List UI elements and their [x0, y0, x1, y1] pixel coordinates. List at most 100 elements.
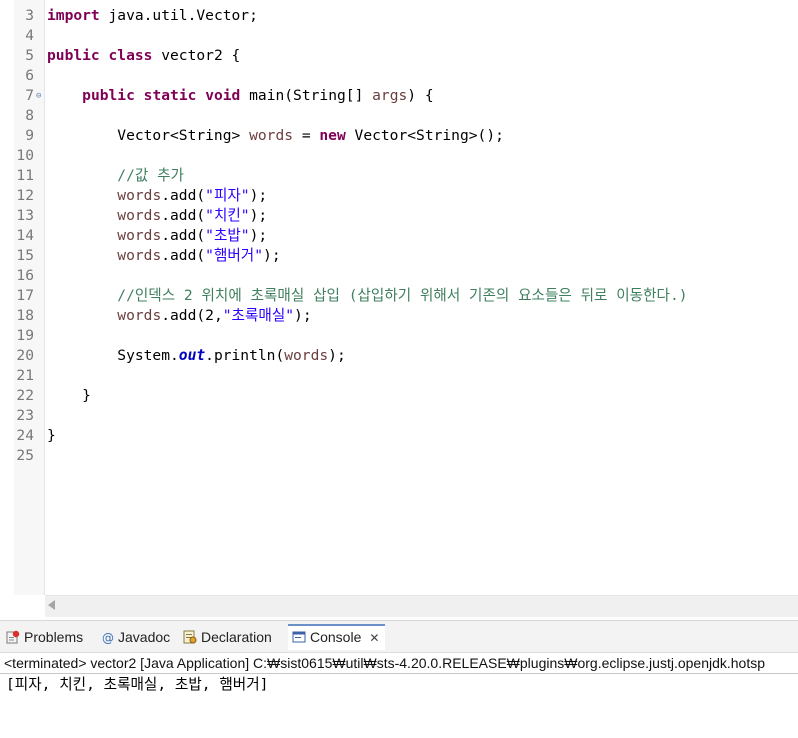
code-token: );: [263, 247, 281, 264]
tab-declaration-label: Declaration: [201, 629, 272, 645]
tab-declaration[interactable]: Declaration: [183, 626, 272, 648]
code-token: //인덱스 2 위치에 초록매실 삽입 (삽입하기 위해서 기존의 요소들은 뒤…: [117, 287, 688, 304]
scroll-left-arrow-icon[interactable]: [48, 600, 55, 610]
code-token: words: [117, 307, 162, 324]
code-token: static: [143, 87, 197, 104]
code-token: }: [47, 427, 56, 444]
code-token: .add(: [161, 187, 206, 204]
code-area[interactable]: import java.util.Vector; public class vec…: [45, 0, 798, 595]
code-token: .add(: [161, 247, 206, 264]
code-token: Vector<String>: [47, 127, 250, 144]
code-line: words.add("치킨");: [47, 206, 267, 226]
code-line: words.add("피자");: [47, 186, 267, 206]
code-token: void: [205, 87, 241, 104]
code-token: import: [47, 7, 100, 24]
code-token: .add(: [161, 207, 206, 224]
code-token: words: [117, 227, 162, 244]
code-line: words.add(2,"초록매실");: [47, 306, 312, 326]
view-tab-bar: Problems @ Javadoc Declaration Console ✕: [0, 621, 798, 653]
code-token: java.util.Vector;: [99, 7, 258, 24]
close-icon[interactable]: ✕: [369, 631, 379, 645]
console-divider: [0, 673, 798, 674]
annotation-ruler: [0, 0, 14, 595]
tab-problems[interactable]: Problems: [6, 626, 83, 648]
console-icon: [292, 628, 306, 643]
code-line: }: [47, 426, 56, 446]
code-token: class: [108, 47, 153, 64]
code-token: words: [117, 247, 162, 264]
line-number: 13: [16, 207, 34, 224]
code-token: );: [249, 227, 268, 244]
code-line: public static void main(String[] args) {: [47, 86, 434, 106]
code-token: words: [249, 127, 294, 144]
code-token: main(String[]: [240, 87, 373, 104]
code-line: System.out.println(words);: [47, 346, 346, 366]
code-line: //인덱스 2 위치에 초록매실 삽입 (삽입하기 위해서 기존의 요소들은 뒤…: [47, 286, 688, 306]
code-token: );: [249, 207, 268, 224]
line-number: 20: [16, 347, 34, 364]
code-line: words.add("햄버거");: [47, 246, 281, 266]
code-token: }: [47, 387, 91, 404]
tab-console[interactable]: Console ✕: [288, 624, 386, 650]
code-line: }: [47, 386, 91, 406]
code-token: System.: [47, 347, 179, 364]
line-number: 23: [16, 407, 34, 424]
line-number: 11: [16, 167, 34, 184]
fold-collapse-icon[interactable]: ⊖: [36, 86, 44, 106]
code-token: );: [249, 187, 268, 204]
javadoc-icon: @: [102, 631, 114, 645]
line-number: 9: [25, 127, 34, 144]
line-number: 5: [25, 47, 34, 64]
code-token: );: [294, 307, 312, 324]
line-number: 16: [16, 267, 34, 284]
code-token: );: [328, 347, 346, 364]
tab-problems-label: Problems: [24, 629, 84, 645]
code-token: "피자": [205, 187, 250, 204]
code-token: .add(: [161, 227, 206, 244]
code-token: words: [117, 187, 162, 204]
tab-javadoc-label: Javadoc: [118, 629, 171, 645]
line-number: 15: [16, 247, 34, 264]
line-number: 18: [16, 307, 34, 324]
line-number: 25: [16, 447, 34, 464]
code-line: import java.util.Vector;: [47, 6, 258, 26]
code-line: //값 추가: [47, 166, 184, 186]
line-number: 8: [25, 107, 34, 124]
tab-console-label: Console: [310, 629, 362, 645]
code-token: vector2 {: [152, 47, 241, 64]
code-token: "치킨": [205, 207, 250, 224]
code-token: =: [293, 127, 320, 144]
code-line: public class vector2 {: [47, 46, 240, 66]
code-line: words.add("초밥");: [47, 226, 267, 246]
code-line: Vector<String> words = new Vector<String…: [47, 126, 504, 146]
code-token: .println(: [205, 347, 285, 364]
code-token: args: [372, 87, 408, 104]
console-view: Problems @ Javadoc Declaration Console ✕ <…: [0, 620, 798, 738]
horizontal-scrollbar[interactable]: [45, 595, 798, 617]
line-number: 12: [16, 187, 34, 204]
code-token: //값 추가: [117, 167, 184, 184]
code-token: words: [117, 207, 162, 224]
line-number: 19: [16, 327, 34, 344]
line-number: 4: [25, 27, 34, 44]
code-token: new: [319, 127, 346, 144]
line-number: 3: [25, 7, 34, 24]
code-token: "초록매실": [222, 307, 295, 324]
code-token: .add(2,: [161, 307, 223, 324]
line-number-gutter: 3 4 5 6 7 ⊖ 8 9 10 11 12 13 14 15 16 17 18 19 20 21 22 23 24 25: [14, 0, 45, 595]
console-output: [피자, 치킨, 초록매실, 초밥, 햄버거]: [6, 676, 269, 693]
code-token: public: [82, 87, 135, 104]
code-token: public: [47, 47, 100, 64]
code-editor[interactable]: 3 4 5 6 7 ⊖ 8 9 10 11 12 13 14 15 16 17 18 19 20 21 22 23 24 25…: [0, 0, 798, 618]
tab-javadoc[interactable]: @ Javadoc: [102, 626, 170, 648]
console-status-text: <terminated> vector2 [Java Application] …: [4, 655, 766, 671]
